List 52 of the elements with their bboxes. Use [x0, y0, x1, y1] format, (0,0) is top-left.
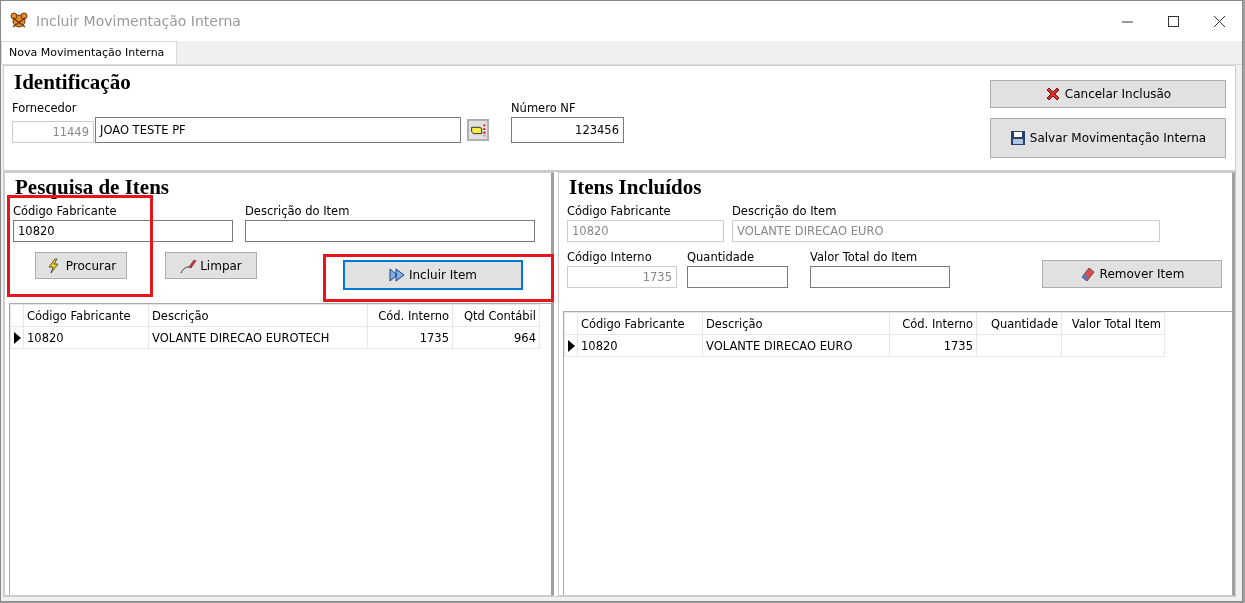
x-icon — [1044, 86, 1061, 102]
lightning-icon — [45, 257, 62, 274]
maximize-icon[interactable] — [1167, 15, 1179, 27]
field-label: Fornecedor — [12, 101, 78, 115]
column-header[interactable]: Código Fabricante — [577, 312, 703, 335]
window-title: Incluir Movimentação Interna — [36, 13, 242, 29]
column-header[interactable]: Descrição — [148, 304, 368, 327]
input-field[interactable] — [810, 266, 950, 288]
input-field[interactable] — [687, 266, 788, 288]
double-arrow-icon — [388, 267, 405, 283]
eraser-icon — [1079, 266, 1096, 282]
column-header[interactable]: Cód. Interno — [889, 312, 977, 335]
table-cell: 1735 — [889, 334, 977, 357]
field-label: Quantidade — [687, 250, 756, 264]
save-button[interactable]: Salvar Movimentação Interna — [990, 118, 1226, 158]
table-cell: VOLANTE DIRECAO EURO — [702, 334, 890, 357]
column-header[interactable]: Código Fabricante — [23, 304, 149, 327]
table-cell: 10820 — [23, 326, 149, 349]
field-label: Número NF — [511, 101, 577, 115]
section-heading: Itens Incluídos — [569, 175, 703, 200]
table-cell: VOLANTE DIRECAO EUROTECH — [148, 326, 368, 349]
close-icon[interactable] — [1213, 15, 1225, 27]
supplier-name-field[interactable]: JOAO TESTE PF — [95, 117, 461, 143]
search-button[interactable]: Procurar — [35, 252, 127, 279]
table-cell: 964 — [452, 326, 540, 349]
input-field[interactable]: 10820 — [13, 220, 233, 242]
include-item-button[interactable]: Incluir Item — [343, 260, 523, 290]
table-cell: 10820 — [577, 334, 703, 357]
remove-item-button[interactable]: Remover Item — [1042, 260, 1222, 288]
column-header[interactable]: Valor Total Item — [1061, 312, 1165, 335]
supplier-code-field[interactable]: 11449 — [12, 121, 94, 143]
field-label: Código Fabricante — [13, 204, 118, 218]
field-label: Descrição do Item — [732, 204, 838, 218]
column-header[interactable]: Quantidade — [976, 312, 1062, 335]
column-header[interactable]: Descrição — [702, 312, 890, 335]
field-label: Descrição do Item — [245, 204, 351, 218]
section-heading: Identificação — [14, 70, 132, 95]
table-cell: 1735 — [367, 326, 453, 349]
field-label: Código Interno — [567, 250, 653, 264]
column-header[interactable]: Cód. Interno — [367, 304, 453, 327]
clear-button[interactable]: Limpar — [165, 252, 257, 279]
input-field[interactable] — [245, 220, 535, 242]
pointing-hand-icon[interactable] — [467, 119, 489, 141]
field-label: Código Fabricante — [567, 204, 672, 218]
cancel-button[interactable]: Cancelar Inclusão — [990, 80, 1226, 108]
field-label: Valor Total do Item — [810, 250, 919, 264]
column-header[interactable]: Qtd Contábil — [452, 304, 540, 327]
section-heading: Pesquisa de Itens — [15, 175, 171, 200]
app-icon — [10, 12, 28, 30]
tab[interactable]: Nova Movimentação Interna — [1, 41, 178, 64]
invoice-number-field[interactable]: 123456 — [511, 117, 624, 143]
eraser-icon — [180, 257, 197, 274]
